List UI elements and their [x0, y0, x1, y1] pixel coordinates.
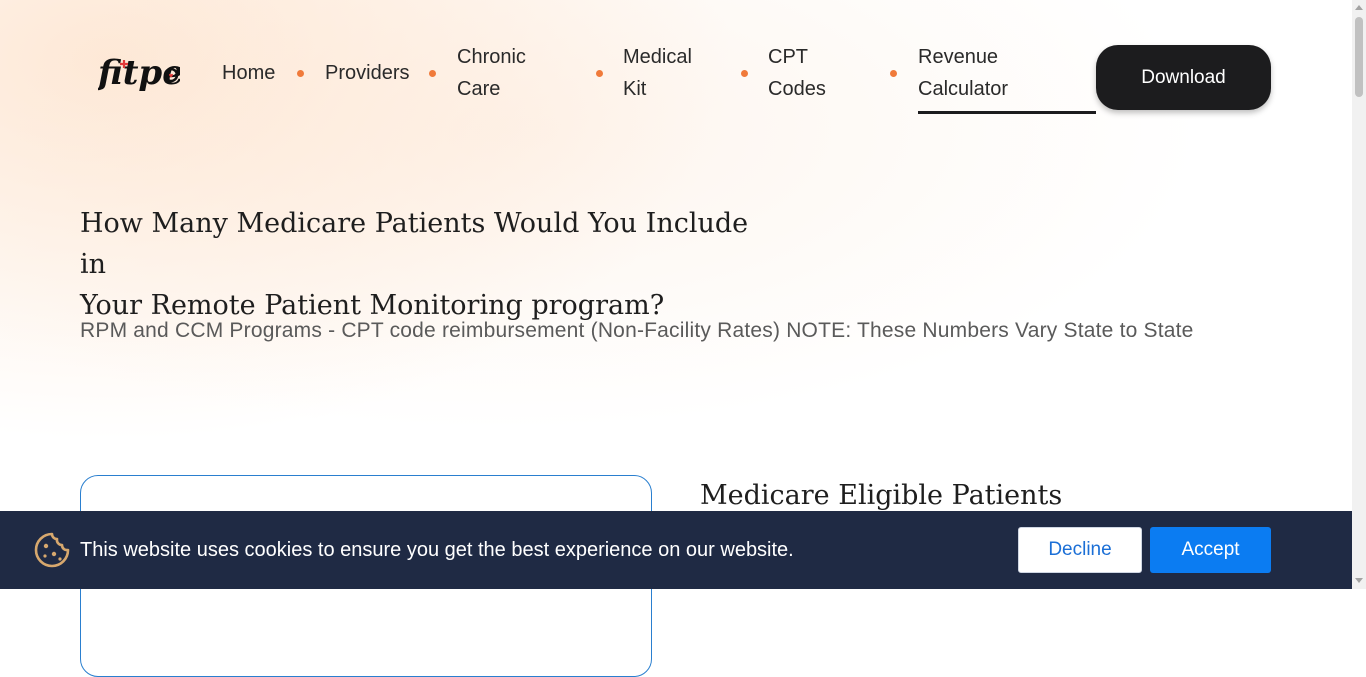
nav-chronic-care-line2: Care	[457, 78, 501, 100]
nav-medical-kit[interactable]: Medical Kit	[623, 41, 692, 105]
nav-providers[interactable]: Providers	[325, 57, 409, 89]
nav-chronic-care[interactable]: Chronic Care	[457, 41, 526, 105]
nav-revenue-calculator-line1: Revenue	[918, 46, 999, 68]
cookie-consent-banner: This website uses cookies to ensure you …	[0, 511, 1352, 589]
scroll-down-arrow-icon[interactable]	[1355, 578, 1363, 583]
download-button[interactable]: Download	[1096, 45, 1271, 110]
nav-separator-dot	[297, 70, 304, 77]
nav-separator-dot	[741, 70, 748, 77]
fitpeo-logo[interactable]: fitpe	[98, 52, 180, 94]
page-headline: How Many Medicare Patients Would You Inc…	[80, 203, 780, 326]
headline-line1: How Many Medicare Patients Would You Inc…	[80, 208, 749, 280]
scroll-up-arrow-icon[interactable]	[1355, 5, 1363, 10]
nav-cpt-codes[interactable]: CPT Codes	[768, 41, 826, 105]
nav-separator-dot	[596, 70, 603, 77]
nav-cpt-codes-line1: CPT	[768, 46, 808, 68]
logo-wordmark: fitpe	[98, 53, 180, 93]
page: fitpe Home Providers Chronic Care Medica…	[0, 0, 1352, 677]
nav-separator-dot	[890, 70, 897, 77]
nav-medical-kit-line2: Kit	[623, 78, 647, 100]
nav-revenue-calculator-line2: Calculator	[918, 78, 1009, 100]
cookie-icon	[34, 532, 70, 568]
decline-cookies-button[interactable]: Decline	[1018, 527, 1142, 573]
nav-medical-kit-line1: Medical	[623, 46, 692, 68]
vertical-scrollbar[interactable]	[1352, 0, 1366, 589]
nav-revenue-calculator[interactable]: Revenue Calculator	[918, 41, 1008, 105]
scrollbar-thumb[interactable]	[1355, 17, 1363, 97]
accept-cookies-button[interactable]: Accept	[1150, 527, 1271, 573]
cookie-message: This website uses cookies to ensure you …	[80, 539, 794, 561]
page-subheading: RPM and CCM Programs - CPT code reimburs…	[80, 319, 1194, 342]
nav-chronic-care-line1: Chronic	[457, 46, 526, 68]
nav-separator-dot	[429, 70, 436, 77]
medicare-eligible-patients-title: Medicare Eligible Patients	[700, 480, 1063, 511]
nav-cpt-codes-line2: Codes	[768, 78, 826, 100]
active-nav-underline	[918, 111, 1096, 114]
nav-home[interactable]: Home	[222, 57, 275, 89]
